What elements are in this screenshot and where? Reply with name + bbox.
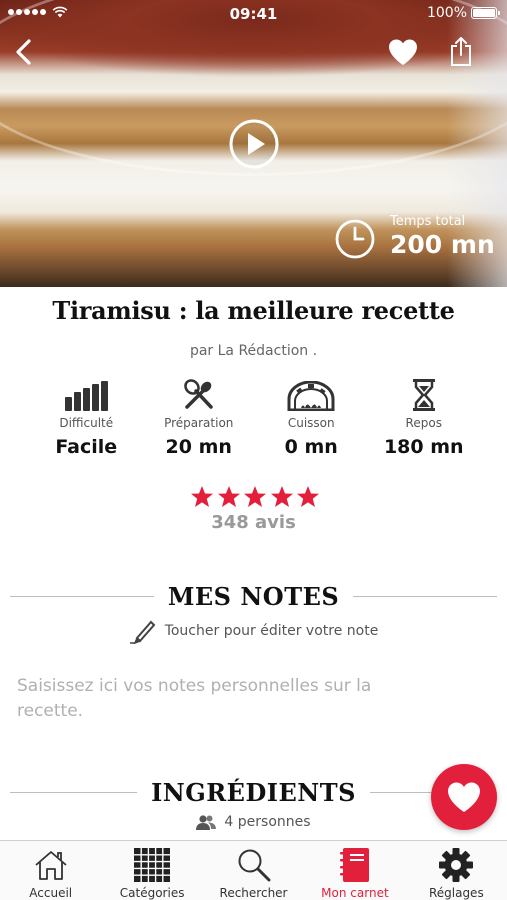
battery-indicator: 100%	[426, 5, 500, 21]
pencil-icon	[129, 620, 156, 644]
star-icon	[217, 486, 240, 507]
stat-label: Repos	[405, 416, 442, 430]
total-time-value: 200 mn	[390, 230, 495, 259]
notes-section-header: MES NOTES	[10, 581, 497, 611]
heart-icon	[448, 782, 480, 812]
servings-label: 4 personnes	[224, 814, 311, 830]
status-bar: 09:41 100%	[0, 0, 507, 28]
stat-value: 180 mn	[383, 436, 464, 458]
notes-input[interactable]: Saisissez ici vos notes personnelles sur…	[17, 674, 437, 724]
difficulty-bars-icon	[30, 375, 143, 411]
stat-cooking: Cuisson 0 mn	[255, 375, 368, 465]
stat-preparation: Préparation 20 mn	[143, 375, 256, 465]
edit-note-label: Toucher pour éditer votre note	[164, 623, 379, 639]
stat-value: 20 mn	[165, 436, 232, 458]
play-icon	[229, 119, 279, 169]
clock-icon	[335, 219, 375, 259]
tab-label: Réglages	[428, 886, 484, 900]
stat-label: Préparation	[164, 416, 234, 430]
rating-stars[interactable]	[190, 485, 320, 509]
star-icon	[270, 486, 293, 507]
star-icon	[297, 486, 319, 507]
favorite-button[interactable]	[386, 36, 420, 68]
reviews-count[interactable]: 348 avis	[0, 512, 507, 533]
tab-label: Mon carnet	[321, 886, 389, 900]
hero-image: 09:41 100% Temps total 200 mn	[0, 0, 507, 287]
divider	[10, 791, 138, 793]
oven-icon	[255, 375, 368, 411]
back-button[interactable]	[8, 36, 40, 68]
add-to-notebook-button[interactable]	[431, 764, 497, 830]
tab-label: Catégories	[119, 886, 185, 900]
ingredients-section-header: INGRÉDIENTS	[10, 777, 498, 807]
tab-settings[interactable]: Réglages	[406, 841, 507, 900]
heart-icon	[389, 39, 417, 65]
people-icon	[196, 815, 217, 830]
battery-percent: 100%	[426, 5, 467, 21]
tab-notebook[interactable]: Mon carnet	[304, 841, 405, 900]
total-time-badge: Temps total 200 mn	[334, 212, 499, 264]
stat-value: Facile	[55, 436, 118, 458]
tab-search[interactable]: Rechercher	[203, 841, 304, 900]
star-icon	[191, 486, 213, 507]
gear-icon	[439, 848, 474, 882]
divider	[353, 595, 497, 597]
tab-home[interactable]: Accueil	[0, 841, 101, 900]
total-time-label: Temps total	[390, 214, 466, 229]
recipe-title: Tiramisu : la meilleure recette	[52, 296, 455, 325]
stat-label: Cuisson	[287, 416, 335, 430]
grid-icon	[134, 848, 171, 882]
home-icon	[35, 851, 67, 880]
stat-difficulty: Difficulté Facile	[30, 375, 143, 465]
recipe-stats: Difficulté Facile Préparation 20 mn Cuis…	[30, 375, 480, 465]
servings-selector[interactable]: 4 personnes	[0, 814, 507, 830]
edit-note-button[interactable]: Toucher pour éditer votre note	[0, 618, 507, 644]
ingredients-title: INGRÉDIENTS	[151, 777, 356, 807]
stat-label: Difficulté	[59, 416, 114, 430]
recipe-author: par La Rédaction .	[189, 343, 318, 359]
play-video-button[interactable]	[228, 118, 280, 170]
search-icon	[238, 849, 271, 882]
tab-categories[interactable]: Catégories	[101, 841, 202, 900]
hourglass-icon	[368, 375, 481, 411]
chevron-left-icon	[16, 39, 31, 65]
battery-icon	[471, 7, 500, 19]
star-icon	[244, 486, 266, 507]
notebook-icon	[339, 848, 369, 882]
share-icon	[451, 37, 471, 66]
whisk-spoon-icon	[143, 375, 256, 411]
divider	[10, 595, 154, 597]
tab-bar: Accueil Catégories Rechercher Mon carnet…	[0, 840, 507, 900]
stat-value: 0 mn	[284, 436, 338, 458]
tab-label: Rechercher	[219, 886, 288, 900]
share-button[interactable]	[446, 34, 476, 68]
stat-rest: Repos 180 mn	[368, 375, 481, 465]
tab-label: Accueil	[29, 886, 73, 900]
notes-title: MES NOTES	[167, 581, 340, 611]
